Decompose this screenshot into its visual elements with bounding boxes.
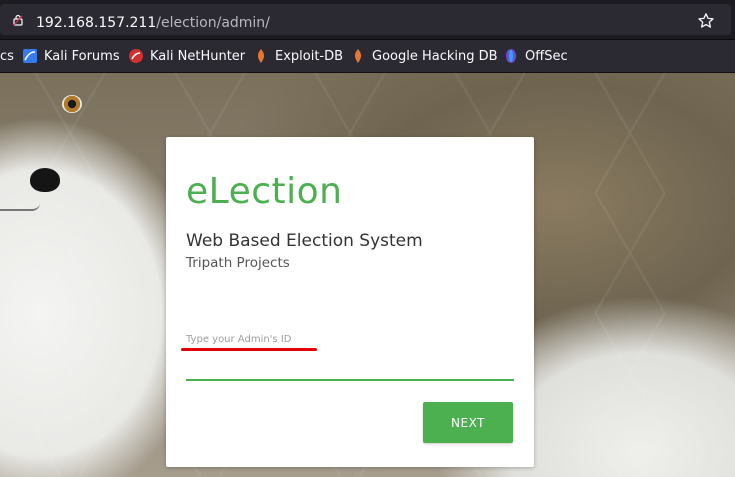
bookmark-kali-forums[interactable]: Kali Forums (22, 47, 120, 65)
admin-id-input-underline[interactable] (186, 379, 514, 381)
login-card: eLection Web Based Election System Tripa… (166, 137, 534, 467)
lock-icon (13, 14, 23, 26)
red-underline-annotation (181, 348, 317, 351)
bookmark-label: Kali Forums (44, 48, 120, 64)
system-subtitle: Web Based Election System (186, 231, 423, 251)
url-host: 192.168.157.211 (36, 15, 157, 31)
bookmark-label: Google Hacking DB (372, 48, 498, 64)
bookmark-label: Kali NetHunter (150, 48, 246, 64)
ghdb-icon (354, 49, 362, 63)
nethunter-icon (129, 49, 143, 63)
bookmark-label: OffSec (525, 48, 568, 64)
bookmarks-toolbar: cs Kali Forums Kali NetHunter Exploit-DB… (0, 40, 735, 73)
kali-icon (23, 49, 37, 63)
bookmark-google-hacking-db[interactable]: Google Hacking DB (350, 47, 498, 65)
admin-id-input[interactable]: Type your Admin's ID (186, 334, 291, 345)
bookmark-offsec[interactable]: OffSec (503, 47, 568, 65)
bookmark-truncated[interactable]: cs (0, 47, 14, 65)
address-field[interactable]: 192.168.157.211/election/admin/ (0, 4, 731, 35)
page-title: eLection (186, 171, 343, 212)
bookmark-label: Exploit-DB (275, 48, 344, 64)
fox-eye (62, 95, 82, 113)
fox-nose (30, 168, 60, 192)
exploitdb-icon (257, 49, 265, 63)
offsec-icon (506, 49, 516, 63)
browser-urlbar: 192.168.157.211/election/admin/ (0, 0, 735, 40)
organization-label: Tripath Projects (186, 255, 290, 271)
bookmark-kali-nethunter[interactable]: Kali NetHunter (128, 47, 245, 65)
bookmark-star-icon[interactable] (697, 12, 715, 30)
url-text[interactable]: 192.168.157.211/election/admin/ (36, 15, 270, 31)
bookmark-exploit-db[interactable]: Exploit-DB (253, 47, 343, 65)
bookmark-label: cs (0, 48, 14, 64)
url-path: /election/admin/ (156, 15, 270, 31)
next-button[interactable]: NEXT (423, 402, 513, 443)
fox-mouth (0, 203, 40, 211)
